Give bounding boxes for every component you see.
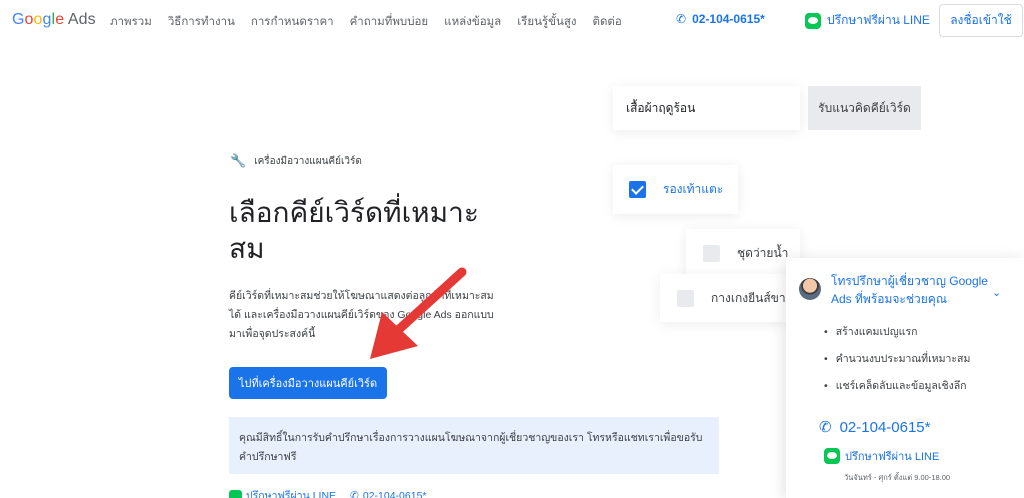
bottom-line-link[interactable]: ปรึกษาฟรีผ่าน LINE xyxy=(229,487,336,498)
panel-phone-link[interactable]: ✆ 02-104-0615* xyxy=(819,418,931,437)
nav-item-resources[interactable]: แหล่งข้อมูล xyxy=(444,13,501,31)
header-phone-number: 02-104-0615* xyxy=(692,12,765,26)
page-headline: เลือกคีย์เวิร์ดที่เหมาะสม xyxy=(229,197,479,264)
bottom-line-label: ปรึกษาฟรีผ่าน LINE xyxy=(246,490,337,498)
expert-avatar xyxy=(799,278,821,300)
google-ads-logo[interactable]: Google Ads xyxy=(12,11,96,29)
panel-line-label: ปรึกษาฟรีผ่าน LINE xyxy=(845,451,940,463)
main-nav: ภาพรวม วิธีการทำงาน การกำหนดราคา คำถามที… xyxy=(110,13,622,31)
nav-item-advanced-learning[interactable]: เรียนรู้ขั้นสูง xyxy=(517,13,576,31)
checkbox-checked-icon xyxy=(629,181,646,198)
checkbox-unchecked-icon xyxy=(703,244,720,262)
consult-benefits-list: สร้างแคมเปญแรก คำนวนงบประมาณที่เหมาะสม แ… xyxy=(824,324,971,405)
office-hours: วันจันทร์ - ศุกร์ ตั้งแต่ 9.00-18.00 xyxy=(844,473,951,482)
list-item: สร้างแคมเปญแรก xyxy=(824,324,970,351)
keyword-option-card: กางเกงยีนส์ขา xyxy=(660,274,786,322)
keyword-planner-label: 🔧 เครื่องมือวางแผนคีย์เวิร์ด xyxy=(230,153,362,169)
nav-item-how-it-works[interactable]: วิธีการทำงาน xyxy=(168,13,235,31)
consult-panel-title: โทรปรึกษาผู้เชี่ยวชาญ Google Ads ที่พร้อ… xyxy=(831,274,988,306)
header-line-label: ปรึกษาฟรีผ่าน LINE xyxy=(827,13,930,27)
list-item: คำนวนงบประมาณที่เหมาะสม xyxy=(824,351,971,378)
consultation-notice: คุณมีสิทธิ์ในการรับคำปรึกษาเรื่องการวางแ… xyxy=(229,417,719,474)
phone-icon: ✆ xyxy=(819,419,832,436)
logo-google-text: Google xyxy=(12,11,65,28)
chevron-down-icon[interactable]: ⌄ xyxy=(992,286,1001,299)
bottom-phone-number: 02-104-0615* xyxy=(362,489,427,498)
hero-description: คีย์เวิร์ดที่เหมาะสมช่วยให้โฆษณาแสดงต่อล… xyxy=(229,290,494,340)
keyword-option-label: รองเท้าแตะ xyxy=(663,182,724,196)
header-phone-link[interactable]: ✆ 02-104-0615* xyxy=(676,12,765,26)
keyword-example-input-text: เสื้อผ้าฤดูร้อน xyxy=(626,100,696,115)
nav-item-faq[interactable]: คำถามที่พบบ่อย xyxy=(350,13,429,31)
line-app-icon xyxy=(824,448,840,464)
bottom-phone-link[interactable]: ✆ 02-104-0615* xyxy=(350,487,426,498)
keyword-option-label: ชุดว่ายน้ำ xyxy=(737,245,789,260)
nav-item-overview[interactable]: ภาพรวม xyxy=(110,13,152,31)
keyword-option-card: ชุดว่ายน้ำ xyxy=(686,229,800,277)
nav-item-contact[interactable]: ติดต่อ xyxy=(592,13,621,31)
checkbox-unchecked-icon xyxy=(677,289,694,307)
bottom-contact-links: ปรึกษาฟรีผ่าน LINE ✆ 02-104-0615* xyxy=(229,487,427,498)
wrench-icon: 🔧 xyxy=(230,153,247,168)
keyword-example-input: เสื้อผ้าฤดูร้อน xyxy=(613,86,800,130)
phone-icon: ✆ xyxy=(350,489,359,498)
panel-phone-number: 02-104-0615* xyxy=(839,418,931,436)
keyword-option-card: รองเท้าแตะ xyxy=(613,165,738,214)
logo-ads-text: Ads xyxy=(67,11,96,28)
nav-item-pricing[interactable]: การกำหนดราคา xyxy=(251,13,334,31)
panel-line-link[interactable]: ปรึกษาฟรีผ่าน LINE xyxy=(824,447,939,465)
get-keyword-ideas-example-button: รับแนวคิดคีย์เวิร์ด xyxy=(808,86,921,130)
go-to-keyword-planner-button[interactable]: ไปที่เครื่องมือวางแผนคีย์เวิร์ด xyxy=(229,367,387,399)
keyword-planner-label-text: เครื่องมือวางแผนคีย์เวิร์ด xyxy=(254,155,362,167)
top-navigation-bar: Google Ads ภาพรวม วิธีการทำงาน การกำหนดร… xyxy=(0,0,1024,42)
consult-panel-header[interactable]: โทรปรึกษาผู้เชี่ยวชาญ Google Ads ที่พร้อ… xyxy=(799,272,999,308)
expert-consult-panel: โทรปรึกษาผู้เชี่ยวชาญ Google Ads ที่พร้อ… xyxy=(786,258,1024,498)
list-item: แชร์เคล็ดลับและข้อมูลเชิงลึก xyxy=(824,378,970,405)
phone-icon: ✆ xyxy=(676,12,687,26)
header-line-link[interactable]: ปรึกษาฟรีผ่าน LINE xyxy=(805,11,930,30)
line-app-icon xyxy=(229,490,242,498)
sign-in-button[interactable]: ลงชื่อเข้าใช้ xyxy=(939,4,1023,37)
keyword-option-label: กางเกงยีนส์ขา xyxy=(711,290,786,305)
line-app-icon xyxy=(805,12,821,29)
